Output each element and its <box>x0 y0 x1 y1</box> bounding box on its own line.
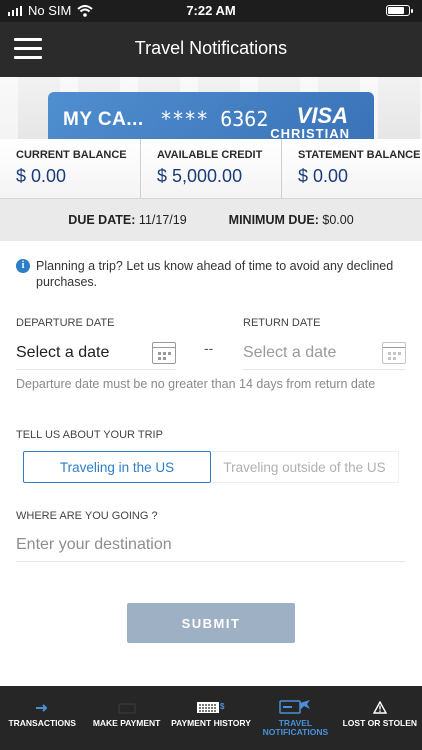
balance-value: $ 5,000.00 <box>157 166 243 186</box>
trip-type-label: TELL US ABOUT YOUR TRIP <box>16 429 163 441</box>
credit-card-image: MY CA... **** 6362 VISA CHRISTIAN <box>48 92 374 139</box>
info-text: Planning a trip? Let us know ahead of ti… <box>36 259 394 289</box>
balance-label: CURRENT BALANCE <box>16 149 127 161</box>
battery-icon <box>386 5 413 16</box>
tab-make-payment[interactable]: MAKE PAYMENT <box>84 686 168 750</box>
tab-lost-or-stolen[interactable]: LOST OR STOLEN <box>338 686 422 750</box>
minimum-due: MINIMUM DUE: $0.00 <box>229 213 354 227</box>
tab-travel-notifications[interactable]: TRAVEL NOTIFICATIONS <box>253 686 337 750</box>
balance-label: STATEMENT BALANCE <box>298 149 421 161</box>
return-date-field[interactable]: Select a date <box>243 336 406 370</box>
departure-date-value: Select a date <box>16 343 110 361</box>
destination-placeholder: Enter your destination <box>16 535 172 553</box>
trip-type-selector: Traveling in the US Traveling outside of… <box>23 451 399 483</box>
minimum-due-label: MINIMUM DUE: <box>228 213 319 227</box>
page-title: Travel Notifications <box>134 38 288 58</box>
balance-value: $ 0.00 <box>298 166 349 186</box>
balance-value: $ 0.00 <box>16 166 67 186</box>
due-date-value: 11/17/19 <box>138 213 187 227</box>
traveling-in-us-option[interactable]: Traveling in the US <box>23 451 211 483</box>
calendar-icon[interactable] <box>382 341 406 364</box>
tab-transactions[interactable]: TRANSACTIONS <box>0 686 84 750</box>
info-message: i Planning a trip? Let us know ahead of … <box>16 258 408 290</box>
statement-balance: STATEMENT BALANCE $ 0.00 <box>281 139 422 198</box>
departure-date-field[interactable]: Select a date <box>16 336 176 370</box>
due-date: DUE DATE: 11/17/19 <box>68 213 186 227</box>
card-subbrand: CHRISTIAN <box>270 126 350 139</box>
return-date-placeholder: Select a date <box>243 343 337 361</box>
card-name: MY CA... <box>63 109 144 130</box>
tab-label: TRAVEL NOTIFICATIONS <box>262 718 329 737</box>
submit-button[interactable]: SUBMIT <box>127 603 295 643</box>
warning-icon <box>372 698 387 714</box>
departure-date-label: DEPARTURE DATE <box>16 317 115 329</box>
svg-text:$: $ <box>220 702 225 711</box>
balance-summary: CURRENT BALANCE $ 0.00 AVAILABLE CREDIT … <box>0 139 422 199</box>
card-banner: MY CA... **** 6362 VISA CHRISTIAN <box>0 77 422 139</box>
tab-label: PAYMENT HISTORY <box>171 718 251 728</box>
status-time: 7:22 AM <box>186 3 236 18</box>
bottom-tab-bar: TRANSACTIONS MAKE PAYMENT $ PAYMENT HIST… <box>0 686 422 750</box>
nav-bar: Travel Notifications <box>0 22 422 77</box>
card-number: **** 6362 <box>160 107 269 131</box>
destination-input[interactable]: Enter your destination <box>16 528 406 562</box>
make-payment-icon <box>118 698 136 714</box>
date-range-separator: -- <box>204 340 214 356</box>
traveling-outside-us-option[interactable]: Traveling outside of the US <box>211 451 399 483</box>
payment-history-icon: $ <box>196 698 226 714</box>
balance-label: AVAILABLE CREDIT <box>157 149 263 161</box>
tab-label: MAKE PAYMENT <box>92 718 161 728</box>
travel-notifications-icon <box>279 698 311 714</box>
return-date-label: RETURN DATE <box>243 317 321 329</box>
tab-payment-history[interactable]: $ PAYMENT HISTORY <box>169 686 253 750</box>
minimum-due-value: $0.00 <box>322 213 354 227</box>
tab-label: LOST OR STOLEN <box>342 718 418 728</box>
calendar-icon[interactable] <box>152 341 176 364</box>
date-hint: Departure date must be no greater than 1… <box>16 377 376 391</box>
status-bar: No SIM 7:22 AM <box>0 0 422 22</box>
current-balance: CURRENT BALANCE $ 0.00 <box>0 139 140 198</box>
due-summary: DUE DATE: 11/17/19 MINIMUM DUE: $0.00 <box>0 199 422 241</box>
battery-fill <box>388 7 405 14</box>
info-icon: i <box>16 259 30 273</box>
due-date-label: DUE DATE: <box>68 213 136 227</box>
transactions-icon <box>35 698 49 714</box>
destination-label: WHERE ARE YOU GOING ? <box>16 510 158 522</box>
available-credit: AVAILABLE CREDIT $ 5,000.00 <box>140 139 281 198</box>
tab-label: TRANSACTIONS <box>8 718 76 728</box>
